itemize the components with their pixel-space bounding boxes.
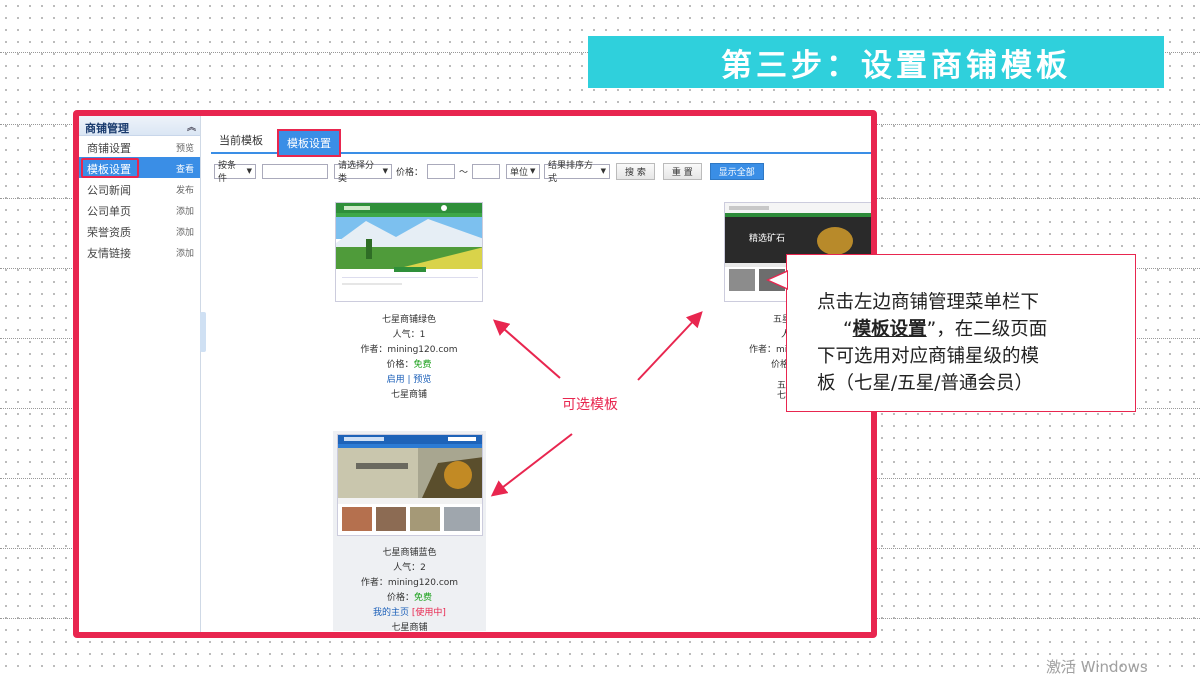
- price-label: 价格：: [396, 167, 424, 178]
- condition-select[interactable]: 按条件 ▼: [214, 161, 256, 184]
- template-actions: 我的主页 [使用中]: [333, 606, 486, 621]
- sort-select[interactable]: 结果排序方式 ▼: [544, 161, 611, 184]
- sidebar-item-label: 商铺设置: [87, 142, 131, 155]
- sort-select-value: 结果排序方式: [548, 161, 594, 184]
- screenshot-frame: 商铺管理 ︽ 商铺设置 预览 模板设置 查看 公司新闻 发布 公司单页 添加 荣…: [73, 110, 877, 638]
- my-homepage-link[interactable]: 我的主页: [373, 608, 409, 618]
- sidebar-item-company-page[interactable]: 公司单页 添加: [79, 199, 200, 220]
- template-price: 价格：免费: [386, 593, 433, 603]
- optional-templates-label: 可选模板: [562, 397, 618, 413]
- sidebar-item-friend-links[interactable]: 友情链接 添加: [79, 241, 200, 262]
- sidebar-item-action[interactable]: 添加: [176, 204, 194, 217]
- unit-select-value: 单位: [510, 167, 529, 178]
- template-popularity: 人气：2: [393, 563, 426, 573]
- show-all-button[interactable]: 显示全部: [709, 162, 764, 180]
- price-min-input[interactable]: [427, 163, 456, 179]
- sidebar-splitter-handle[interactable]: [200, 312, 206, 352]
- sidebar-header[interactable]: 商铺管理 ︽: [79, 116, 200, 136]
- callout-line-4: 板（七星/五星/普通会员）: [817, 373, 1033, 394]
- callout-line-2: “模板设置”，在二级页面: [843, 319, 1048, 340]
- double-chevron-up-icon[interactable]: ︽: [187, 120, 196, 133]
- template-actions: 启用 | 预览: [334, 373, 484, 388]
- actions-separator: |: [407, 375, 411, 385]
- in-use-badge: [使用中]: [411, 608, 446, 618]
- tab-bar: 当前模板 模板设置: [211, 126, 871, 157]
- sidebar-item-shop-settings[interactable]: 商铺设置 预览: [79, 136, 200, 157]
- windows-activation-watermark: 激活 Windows: [1046, 658, 1148, 675]
- chevron-down-icon: ▼: [600, 167, 607, 175]
- template-name: 七星商铺绿色: [381, 315, 436, 325]
- sidebar-item-honors[interactable]: 荣誉资质 添加: [79, 220, 200, 241]
- sidebar-item-label: 公司单页: [87, 205, 131, 218]
- callout-line-3: 下可选用对应商铺星级的模: [817, 346, 1040, 367]
- thumbnail-image: [338, 435, 482, 531]
- sidebar-highlight-box: [81, 158, 139, 178]
- sidebar: 商铺管理 ︽ 商铺设置 预览 模板设置 查看 公司新闻 发布 公司单页 添加 荣…: [79, 116, 201, 632]
- filter-bar: 按条件 ▼ 请选择分类 ▼ 价格： ～ 单位 ▼ 结果排序方式 ▼ 搜 索 重 …: [214, 161, 764, 184]
- price-max-input[interactable]: [472, 163, 501, 179]
- tab-template-settings[interactable]: 模板设置: [277, 129, 341, 157]
- template-price: 价格：免费: [386, 360, 432, 370]
- sidebar-item-label: 荣誉资质: [87, 226, 131, 239]
- chevron-down-icon: ▼: [530, 167, 536, 175]
- sidebar-item-action[interactable]: 添加: [176, 225, 194, 238]
- tab-current-template[interactable]: 当前模板: [219, 132, 263, 148]
- search-button[interactable]: 搜 索: [616, 162, 655, 180]
- sidebar-item-action[interactable]: 添加: [176, 246, 194, 259]
- keyword-input[interactable]: [262, 163, 328, 179]
- template-card-blue: 七星商铺蓝色 人气：2 作者：mining120.com 价格：免费 我的主页 …: [333, 546, 486, 633]
- enable-link[interactable]: 启用: [387, 375, 405, 385]
- thumbnail-caption: 精选矿石: [749, 234, 786, 244]
- category-select[interactable]: 请选择分类 ▼: [334, 161, 392, 184]
- sidebar-item-action[interactable]: 查看: [176, 162, 194, 175]
- callout-pointer-inner: [769, 272, 787, 288]
- price-range-separator: ～: [459, 167, 469, 178]
- callout-line-1: 点击左边商铺管理菜单栏下: [817, 292, 1040, 313]
- template-author: 作者：mining120.com: [360, 578, 459, 588]
- chevron-down-icon: ▼: [382, 167, 388, 175]
- instruction-callout: 点击左边商铺管理菜单栏下 “模板设置”，在二级页面 下可选用对应商铺星级的模 板…: [786, 254, 1136, 412]
- unit-select[interactable]: 单位 ▼: [506, 163, 541, 179]
- condition-select-value: 按条件: [218, 161, 237, 184]
- sidebar-item-action[interactable]: 预览: [176, 141, 194, 154]
- template-author: 作者：mining120.com: [360, 345, 458, 355]
- template-card-green: 七星商铺绿色 人气：1 作者：mining120.com 价格：免费 启用 | …: [334, 313, 484, 403]
- template-thumbnail-blue[interactable]: [337, 434, 483, 536]
- template-thumbnail-green[interactable]: [335, 202, 483, 302]
- sidebar-item-label: 友情链接: [87, 247, 131, 260]
- category-select-value: 请选择分类: [338, 161, 375, 184]
- reset-button[interactable]: 重 置: [662, 162, 702, 180]
- template-level: 七星商铺: [391, 623, 428, 633]
- sidebar-item-company-news[interactable]: 公司新闻 发布: [79, 178, 200, 199]
- template-level: 七星商铺: [390, 390, 427, 400]
- sidebar-item-action[interactable]: 发布: [176, 183, 194, 196]
- template-name: 七星商铺蓝色: [382, 548, 437, 558]
- sidebar-header-label: 商铺管理: [85, 122, 129, 135]
- template-popularity: 人气：1: [392, 330, 426, 340]
- preview-link[interactable]: 预览: [413, 375, 431, 385]
- slide-title: 第三步：设置商铺模板: [588, 36, 1164, 88]
- thumbnail-image: [336, 203, 482, 285]
- sidebar-item-label: 公司新闻: [87, 184, 131, 197]
- chevron-down-icon: ▼: [246, 167, 252, 175]
